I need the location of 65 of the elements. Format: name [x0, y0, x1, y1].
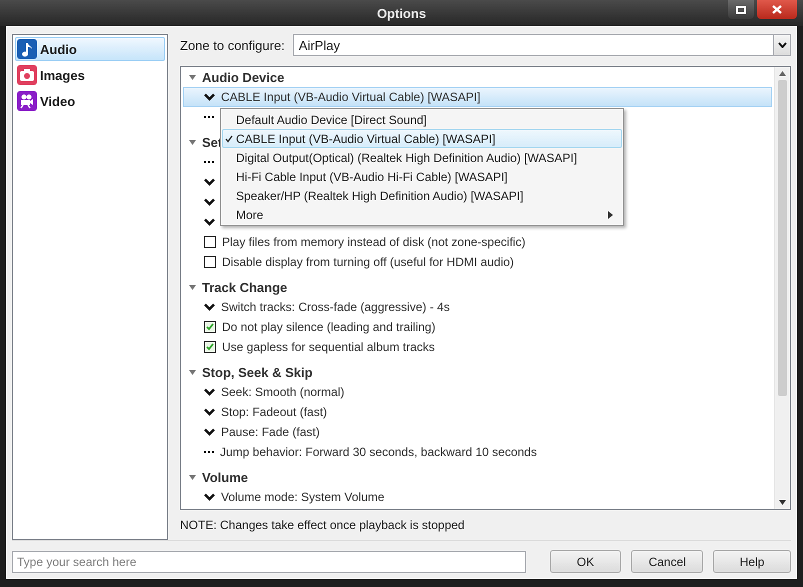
menu-item[interactable]: Default Audio Device [Direct Sound]: [222, 110, 622, 129]
setting-label: Jump behavior: Forward 30 seconds, backward 10 seconds: [220, 445, 537, 459]
menu-item[interactable]: Speaker/HP (Realtek High Definition Audio) [WASAPI]: [222, 186, 622, 205]
chevron-down-icon[interactable]: [204, 388, 215, 396]
setting-label: Use gapless for sequential album tracks: [222, 340, 435, 354]
maximize-icon: [736, 6, 746, 14]
setting-label: Seek: Smooth (normal): [221, 385, 344, 399]
expand-triangle-icon[interactable]: [189, 284, 196, 290]
camera-icon: [17, 65, 37, 85]
category-item[interactable]: Images: [15, 63, 165, 87]
expand-triangle-icon[interactable]: [189, 140, 196, 144]
setting-label: Pause: Fade (fast): [221, 425, 320, 439]
ellipsis-icon[interactable]: [204, 116, 214, 118]
zone-label: Zone to configure:: [180, 38, 285, 52]
chevron-down-icon[interactable]: [204, 428, 215, 436]
checkbox[interactable]: [204, 236, 216, 248]
section-title: Volume: [202, 470, 248, 484]
dialog-button[interactable]: Help: [713, 550, 791, 573]
scroll-up-icon[interactable]: [779, 71, 786, 76]
chevron-down-icon[interactable]: [204, 408, 215, 416]
dialog-button[interactable]: Cancel: [631, 550, 704, 573]
caret-down-icon: [778, 42, 786, 48]
expand-triangle-icon[interactable]: [189, 474, 196, 480]
category-item[interactable]: Video: [15, 89, 165, 113]
setting-label: CABLE Input (VB-Audio Virtual Cable) [WASAPI]: [221, 90, 480, 104]
section-title: Audio Device: [202, 70, 284, 84]
menu-item[interactable]: Digital Output(Optical) (Realtek High Definition Audio) [WASAPI]: [222, 148, 622, 167]
ellipsis-icon[interactable]: [204, 160, 214, 164]
checkbox[interactable]: [204, 321, 216, 333]
menu-item[interactable]: More: [222, 205, 622, 224]
chevron-down-icon[interactable]: [204, 218, 215, 226]
dialog-button[interactable]: OK: [550, 550, 622, 573]
checkbox[interactable]: [204, 341, 216, 353]
maximize-button[interactable]: [728, 0, 754, 19]
scrollbar[interactable]: [774, 67, 790, 509]
chevron-down-icon[interactable]: [204, 198, 215, 206]
setting-label: Do not play silence (leading and trailing): [222, 320, 436, 334]
section-title: Stop, Seek & Skip: [202, 364, 313, 380]
music-note-icon: [17, 39, 37, 59]
scroll-down-icon[interactable]: [779, 500, 786, 505]
menu-item[interactable]: CABLE Input (VB-Audio Virtual Cable) [WASAPI]: [222, 129, 622, 148]
close-button[interactable]: [757, 0, 797, 19]
ellipsis-icon[interactable]: [204, 450, 214, 454]
chevron-down-icon[interactable]: [204, 303, 215, 311]
setting-label: Play files from memory instead of disk (not zone-specific): [222, 235, 526, 249]
setting-label: Switch tracks: Cross-fade (aggressive) - 4s: [221, 300, 450, 314]
section-title: Track Change: [202, 280, 288, 294]
chevron-down-icon[interactable]: [204, 493, 215, 501]
window-title: Options: [376, 6, 426, 20]
close-icon: [772, 5, 782, 14]
note-text: NOTE: Changes take effect once playback is stopped: [180, 517, 466, 534]
chevron-down-icon[interactable]: [204, 178, 215, 186]
expand-triangle-icon[interactable]: [189, 370, 196, 374]
zone-dropdown[interactable]: AirPlay: [292, 34, 791, 56]
submenu-arrow-icon: [608, 210, 613, 218]
setting-label: Stop: Fadeout (fast): [221, 405, 328, 419]
setting-label: Disable display from turning off (useful for HDMI audio): [222, 255, 514, 269]
category-item[interactable]: Audio: [15, 37, 165, 61]
expand-triangle-icon[interactable]: [189, 74, 196, 80]
checkbox[interactable]: [204, 256, 216, 268]
setting-label: Volume mode: System Volume: [221, 490, 384, 504]
film-camera-icon: [17, 91, 37, 111]
chevron-down-icon[interactable]: [204, 93, 215, 101]
search-field[interactable]: Type your search here: [12, 550, 526, 572]
menu-item[interactable]: Hi-Fi Cable Input (VB-Audio Hi-Fi Cable) [WASAPI]: [222, 167, 622, 186]
